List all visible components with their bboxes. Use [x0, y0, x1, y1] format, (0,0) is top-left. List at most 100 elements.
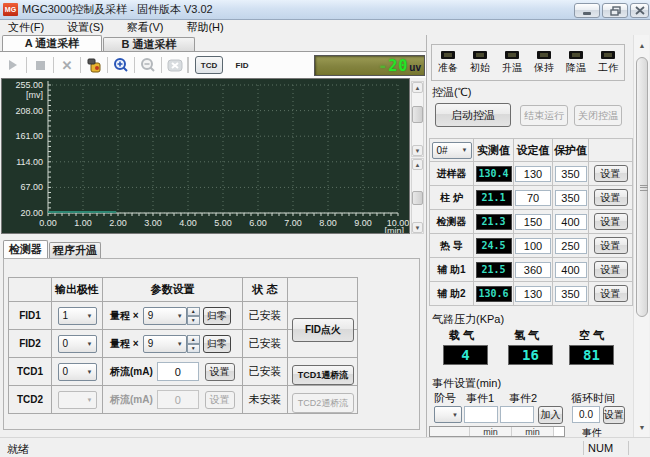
stage-combo[interactable]: ▼ [434, 406, 462, 423]
close-button[interactable] [630, 3, 649, 18]
svg-text:20.00: 20.00 [20, 208, 43, 218]
zone-selector-combo[interactable]: 0#▼ [432, 142, 472, 159]
svg-text:0.00: 0.00 [39, 218, 57, 228]
start-acquisition-button[interactable] [4, 56, 22, 74]
toolbar: ✕ [0, 51, 426, 78]
fid1-range-spinner[interactable]: ▲▼ [187, 307, 200, 325]
tab-detector[interactable]: 检测器 [3, 240, 48, 258]
fid1-zero-button[interactable]: 归零 [203, 307, 231, 325]
scroll-thumb[interactable] [412, 191, 423, 205]
svg-text:3.00: 3.00 [144, 218, 162, 228]
scroll-up-icon[interactable]: ▲ [412, 159, 423, 170]
minimize-icon [582, 6, 592, 15]
led-hold: 保持 [528, 45, 560, 80]
svg-text:114.00: 114.00 [16, 157, 43, 167]
add-event-button[interactable]: 加入 [538, 406, 563, 424]
event1-input[interactable] [464, 406, 498, 423]
temp-set-button[interactable]: 设置 [594, 237, 628, 254]
temp-set-button[interactable]: 设置 [594, 261, 628, 278]
svg-text:6.00: 6.00 [249, 218, 267, 228]
menu-settings[interactable]: 设置(S) [59, 20, 112, 35]
col-header-set: 设定值 [514, 138, 553, 162]
temp-row-label: 热 导 [429, 234, 474, 258]
cycle-set-button[interactable]: 设置 [603, 406, 625, 424]
tab-channel-a[interactable]: A 通道采样 [2, 35, 102, 51]
chart-scrollbar-lower[interactable]: ▲ ▼ [411, 158, 424, 234]
clear-button[interactable]: ✕ [58, 56, 76, 74]
scroll-thumb[interactable] [636, 57, 648, 317]
temp-set-input[interactable]: 130 [515, 286, 551, 302]
spin-up-icon[interactable]: ▲ [187, 307, 200, 316]
full-view-button[interactable] [166, 56, 184, 74]
zoom-in-button[interactable] [112, 56, 130, 74]
close-temp-control-button: 关闭控温 [574, 105, 622, 126]
fid2-zero-button[interactable]: 归零 [203, 335, 231, 353]
chevron-down-icon: ▼ [87, 313, 93, 319]
fid1-range-combo[interactable]: 9▼ [143, 307, 187, 325]
temp-set-button[interactable]: 设置 [594, 285, 628, 302]
tcd1-polarity-combo[interactable]: 0▼ [58, 363, 97, 381]
menu-view[interactable]: 察看(V) [119, 20, 172, 35]
scroll-up-icon[interactable]: ▲ [412, 82, 423, 93]
start-temp-control-button[interactable]: 启动控温 [435, 103, 511, 127]
list-col-min: min [470, 427, 512, 436]
fid-ignite-button[interactable]: FID点火 [292, 318, 354, 342]
tcd1-bridge-on-button[interactable]: TCD1通桥流 [292, 365, 354, 385]
stage-col-label: 阶号 [434, 391, 456, 406]
led-indicator-icon [569, 51, 583, 59]
stop-acquisition-button[interactable] [31, 56, 49, 74]
temp-set-input[interactable]: 150 [515, 214, 551, 230]
temp-protect-input[interactable]: 350 [555, 286, 587, 302]
cycle-time-input[interactable]: 0.0 [572, 406, 600, 423]
inject-button[interactable] [85, 56, 103, 74]
svg-text:1.00: 1.00 [74, 218, 92, 228]
temp-set-button[interactable]: 设置 [594, 165, 628, 182]
menu-file[interactable]: 文件(F) [0, 20, 52, 35]
tcd-toggle-button[interactable]: TCD [195, 56, 223, 74]
combo-value: 0# [437, 145, 448, 156]
temp-set-input[interactable]: 100 [515, 238, 551, 254]
tcd1-bridge-input[interactable]: 0 [157, 362, 199, 381]
spin-down-icon[interactable]: ▼ [187, 344, 200, 353]
tab-temp-program[interactable]: 程序升温 [49, 242, 101, 258]
fid2-range-combo[interactable]: 9▼ [143, 335, 187, 353]
scroll-down-icon[interactable]: ▼ [412, 222, 423, 233]
menu-help[interactable]: 帮助(H) [178, 20, 231, 35]
minimize-button[interactable] [574, 3, 600, 18]
spin-down-icon[interactable]: ▼ [187, 316, 200, 325]
temp-set-input[interactable]: 360 [515, 262, 551, 278]
fid2-range-spinner[interactable]: ▲▼ [187, 335, 200, 353]
temp-set-input[interactable]: 70 [515, 190, 551, 206]
spin-up-icon[interactable]: ▲ [187, 335, 200, 344]
temp-protect-input[interactable]: 400 [555, 262, 587, 278]
temp-protect-input[interactable]: 250 [555, 238, 587, 254]
fid-toggle-button[interactable]: FID [229, 56, 255, 74]
restore-button[interactable] [602, 3, 628, 18]
temp-set-input[interactable]: 130 [515, 166, 551, 182]
fid1-polarity-combo[interactable]: 1▼ [58, 307, 97, 325]
col-header-params: 参数设置 [103, 277, 243, 302]
play-icon [9, 60, 17, 70]
zoom-in-icon [113, 57, 129, 73]
detector-row-label: TCD1 [17, 366, 43, 377]
fid2-polarity-combo[interactable]: 0▼ [58, 335, 97, 353]
zoom-out-button[interactable] [139, 56, 157, 74]
temp-actual-display: 130.4 [476, 166, 512, 182]
temp-set-button[interactable]: 设置 [594, 213, 628, 230]
scroll-down-icon[interactable]: ▼ [412, 145, 423, 156]
tcd2-polarity-combo: ▼ [58, 391, 97, 409]
temp-protect-input[interactable]: 400 [555, 214, 587, 230]
temp-protect-input[interactable]: 350 [555, 190, 587, 206]
temp-protect-input[interactable]: 350 [555, 166, 587, 182]
tcd1-set-button[interactable]: 设置 [205, 363, 235, 381]
chart-scrollbar-upper[interactable]: ▲ ▼ [411, 81, 424, 157]
scroll-down-icon[interactable]: ▼ [636, 421, 648, 433]
led-label: 工作 [598, 61, 618, 75]
tab-channel-b[interactable]: B 通道采样 [103, 37, 195, 51]
led-indicator-icon [601, 51, 615, 59]
temp-set-button[interactable]: 设置 [594, 189, 628, 206]
scroll-thumb[interactable] [412, 106, 423, 123]
event2-input[interactable] [500, 406, 534, 423]
right-panel-scrollbar[interactable]: ▲ ▼ [633, 35, 649, 437]
scroll-up-icon[interactable]: ▲ [636, 39, 648, 51]
